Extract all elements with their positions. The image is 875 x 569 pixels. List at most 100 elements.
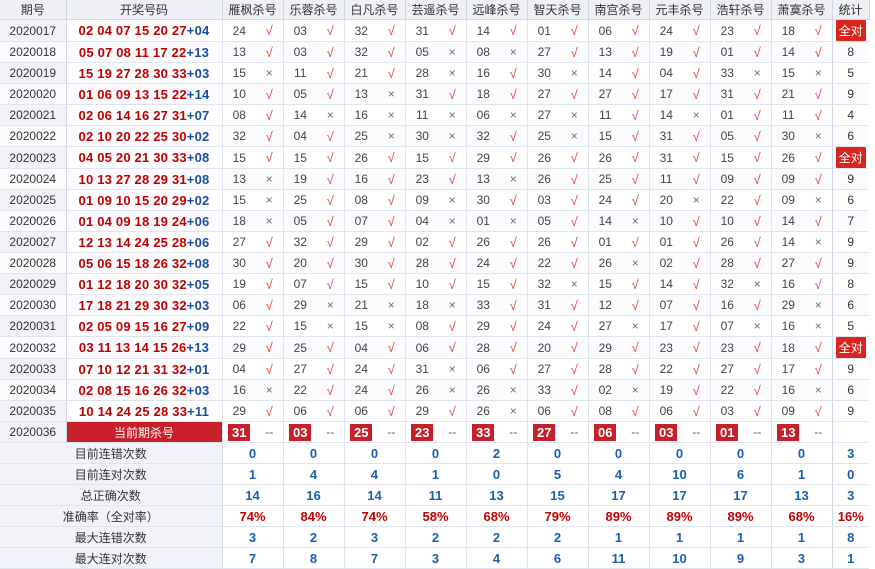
kill-number: 21 (770, 83, 805, 105)
check-mark-icon: √ (744, 41, 771, 63)
blue-ball: +06 (186, 213, 210, 229)
check-mark-icon: √ (378, 231, 405, 253)
table-row: 2020021 02 06 14 16 27 31+07 08 √ 14 × 16 × 11 × 0… (0, 104, 869, 126)
check-mark-icon: √ (500, 315, 527, 337)
kill-number: 30 (465, 189, 500, 211)
header-group[interactable]: 芸遥杀号 (405, 0, 467, 20)
table-row: 2020030 17 18 21 29 30 32+03 06 √ 29 × 21 × 18 × 3… (0, 294, 869, 316)
header-group[interactable]: 白凡杀号 (344, 0, 406, 20)
kill-number: 31 (648, 125, 683, 147)
table-row: 2020034 02 08 15 16 26 32+03 16 × 22 √ 24 √ 26 × 2… (0, 379, 869, 401)
pending-placeholder: -- (744, 421, 771, 443)
header-group[interactable]: 雁枫杀号 (222, 0, 284, 20)
summary-label: 最大连对次数 (0, 547, 223, 569)
red-balls: 01 04 09 18 19 24 (78, 213, 187, 229)
table-row: 2020033 07 10 12 21 31 32+01 04 √ 27 √ 24 √ 31 × 0… (0, 358, 869, 380)
check-mark-icon: √ (317, 168, 344, 190)
period-cell: 2020018 (0, 41, 67, 63)
kill-number: 08 (587, 400, 622, 422)
summary-label: 准确率（全对率） (0, 505, 223, 527)
summary-value: 1 (404, 463, 466, 485)
kill-number: 30 (343, 252, 378, 274)
check-mark-icon: √ (561, 252, 588, 274)
kill-number: 22 (221, 315, 256, 337)
current-kill-number: 13 (777, 423, 800, 441)
kill-number: 29 (465, 146, 500, 169)
check-mark-icon: √ (744, 168, 771, 190)
check-mark-icon: √ (744, 379, 771, 401)
kill-number: 09 (709, 168, 744, 190)
kill-number: 24 (648, 19, 683, 42)
kill-number: 25 (343, 125, 378, 147)
header-group[interactable]: 浩轩杀号 (710, 0, 772, 20)
kill-number: 05 (282, 83, 317, 105)
check-mark-icon: √ (256, 125, 283, 147)
kill-number: 24 (465, 252, 500, 274)
kill-number: 15 (465, 273, 500, 295)
kill-number: 27 (587, 315, 622, 337)
kill-number: 32 (343, 41, 378, 63)
check-mark-icon: √ (256, 104, 283, 126)
summary-stat: 16% (831, 505, 869, 527)
check-mark-icon: √ (317, 83, 344, 105)
row-stat: 全对 (831, 19, 869, 42)
check-mark-icon: √ (317, 358, 344, 380)
check-mark-icon: √ (805, 358, 832, 380)
summary-value: 0 (282, 442, 344, 464)
row-stat: 9 (831, 400, 869, 422)
summary-value: 7 (221, 547, 283, 569)
summary-row: 目前连错次数 0 0 0 0 2 0 0 0 0 0 3 (0, 442, 869, 464)
kill-number: 15 (343, 273, 378, 295)
header-group[interactable]: 智天杀号 (527, 0, 589, 20)
period-cell: 2020029 (0, 273, 67, 295)
kill-number: 18 (465, 83, 500, 105)
header-group[interactable]: 远峰杀号 (466, 0, 528, 20)
table-row: 2020019 15 19 27 28 30 33+03 15 × 11 √ 21 √ 28 × 1… (0, 62, 869, 84)
check-mark-icon: √ (500, 358, 527, 380)
row-stat: 6 (831, 125, 869, 147)
header-group[interactable]: 萧寞杀号 (771, 0, 833, 20)
red-balls: 02 06 14 16 27 31 (78, 107, 187, 123)
kill-number: 05 (404, 41, 439, 63)
current-kill-label: 当前期杀号 (66, 421, 222, 443)
header-group[interactable]: 元丰杀号 (649, 0, 711, 20)
period-cell: 2020024 (0, 168, 67, 190)
summary-value: 0 (648, 442, 710, 464)
kill-number: 26 (465, 231, 500, 253)
check-mark-icon: √ (439, 273, 466, 295)
blue-ball: +05 (186, 276, 210, 292)
kill-number: 15 (282, 315, 317, 337)
summary-row: 最大连错次数 3 2 3 2 2 2 1 1 1 1 8 (0, 526, 869, 548)
kill-number: 24 (343, 358, 378, 380)
all-correct-badge: 全对 (835, 147, 866, 168)
cross-mark-icon: × (561, 273, 588, 295)
red-balls: 02 04 07 15 20 27 (78, 23, 187, 38)
current-kill-cell: 23 (404, 421, 439, 443)
header-group[interactable]: 乐蓉杀号 (283, 0, 345, 20)
check-mark-icon: √ (378, 189, 405, 211)
kill-number: 30 (526, 62, 561, 84)
summary-value: 13 (465, 484, 527, 506)
kill-number: 25 (282, 336, 317, 359)
summary-value: 0 (343, 442, 405, 464)
kill-number: 09 (770, 400, 805, 422)
check-mark-icon: √ (744, 252, 771, 274)
cross-mark-icon: × (805, 379, 832, 401)
check-mark-icon: √ (500, 125, 527, 147)
current-kill-cell: 25 (343, 421, 378, 443)
summary-stat: 8 (831, 526, 869, 548)
header-group[interactable]: 南宫杀号 (588, 0, 650, 20)
red-balls: 01 12 18 20 30 32 (78, 276, 187, 292)
summary-row: 最大连对次数 7 8 7 3 4 6 11 10 9 3 1 (0, 547, 869, 569)
check-mark-icon: √ (744, 400, 771, 422)
check-mark-icon: √ (683, 273, 710, 295)
kill-number: 25 (282, 189, 317, 211)
check-mark-icon: √ (317, 146, 344, 169)
summary-stat: 0 (831, 463, 869, 485)
kill-number: 23 (648, 336, 683, 359)
kill-number: 26 (465, 379, 500, 401)
kill-number: 27 (526, 83, 561, 105)
summary-value: 2 (282, 526, 344, 548)
red-balls: 12 13 14 24 25 28 (78, 234, 187, 250)
cross-mark-icon: × (439, 41, 466, 63)
